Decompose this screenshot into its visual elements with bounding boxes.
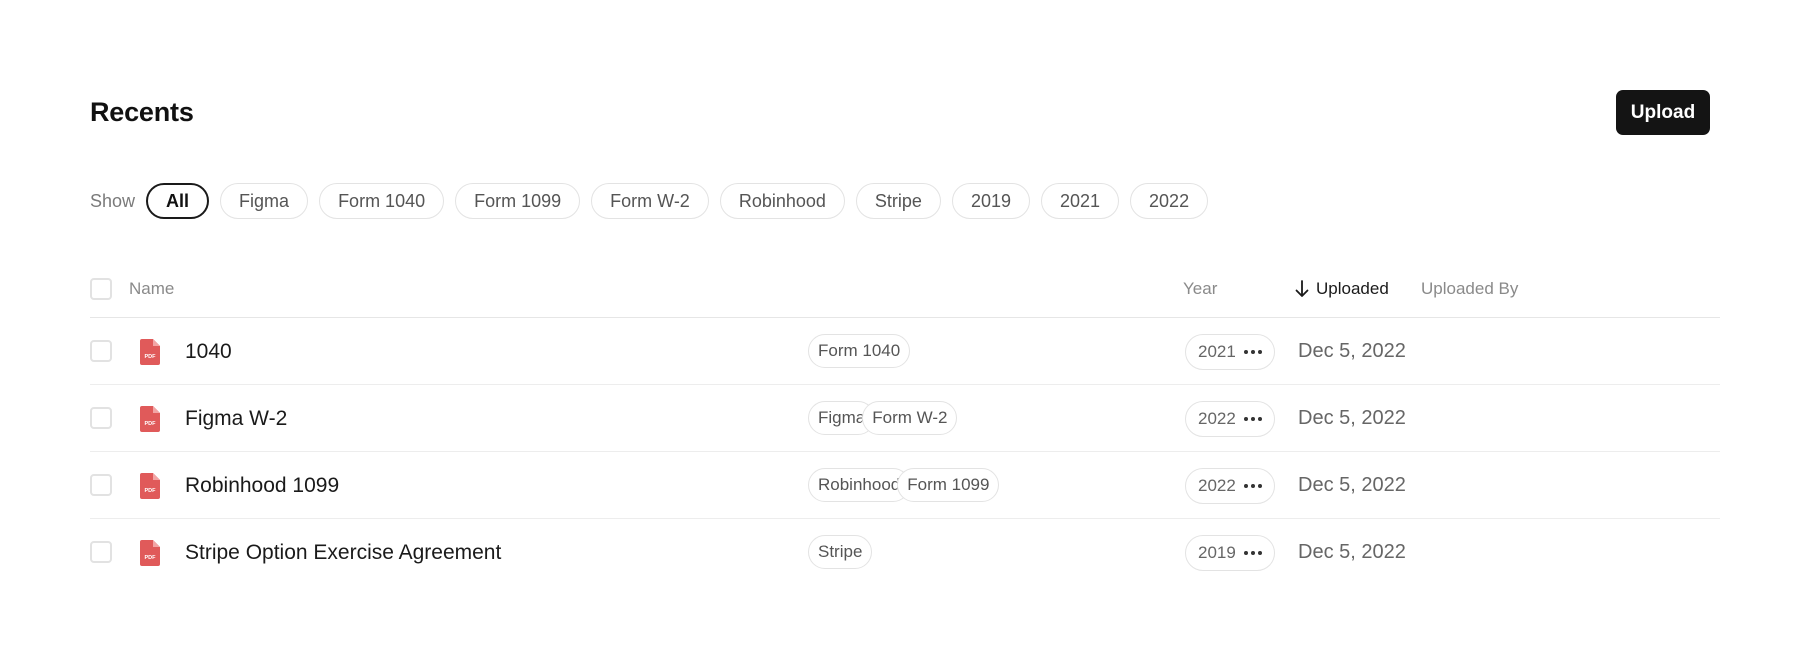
file-name[interactable]: Stripe Option Exercise Agreement (185, 519, 501, 586)
svg-text:PDF: PDF (145, 354, 157, 360)
filter-chip-2022[interactable]: 2022 (1130, 183, 1209, 219)
page-title: Recents (90, 97, 194, 127)
upload-button[interactable]: Upload (1616, 90, 1710, 135)
row-checkbox[interactable] (90, 340, 112, 362)
arrow-down-icon (1295, 280, 1309, 298)
year-menu[interactable]: 2022 (1185, 401, 1275, 437)
tag-list: Stripe (808, 535, 873, 569)
year-menu[interactable]: 2022 (1185, 468, 1275, 504)
year-value: 2022 (1198, 476, 1236, 495)
pdf-icon: PDF (140, 540, 160, 566)
year-value: 2019 (1198, 543, 1236, 562)
tag[interactable]: Form 1040 (808, 334, 911, 368)
file-name[interactable]: Figma W-2 (185, 385, 287, 452)
column-name[interactable]: Name (129, 260, 174, 318)
table-body: PDF 1040 Form 1040 2021 Dec 5, 2022 PDF … (90, 318, 1720, 586)
uploaded-date: Dec 5, 2022 (1298, 407, 1406, 429)
table-row[interactable]: PDF Figma W-2 Figma Form W-2 2022 Dec 5,… (90, 385, 1720, 452)
year-menu[interactable]: 2019 (1185, 535, 1275, 571)
more-options-icon[interactable] (1244, 484, 1262, 488)
filter-chip-all[interactable]: All (146, 183, 210, 219)
filter-chip-form-w2[interactable]: Form W-2 (591, 183, 709, 219)
filter-chip-form-1040[interactable]: Form 1040 (319, 183, 445, 219)
tag-list: Robinhood Form 1099 (808, 468, 1000, 502)
filter-chip-stripe[interactable]: Stripe (855, 183, 941, 219)
svg-text:PDF: PDF (145, 488, 157, 494)
column-uploaded-by[interactable]: Uploaded By (1421, 260, 1518, 318)
select-all-checkbox[interactable] (90, 278, 112, 300)
column-year[interactable]: Year (1183, 260, 1217, 318)
column-uploaded[interactable]: Uploaded (1295, 260, 1389, 318)
tag-list: Figma Form W-2 (808, 401, 958, 435)
filter-chip-form-1099[interactable]: Form 1099 (455, 183, 581, 219)
uploaded-date: Dec 5, 2022 (1298, 541, 1406, 563)
table-header: Name Year Uploaded Uploaded By (90, 260, 1720, 318)
row-checkbox[interactable] (90, 407, 112, 429)
documents-table: Name Year Uploaded Uploaded By PDF 1040 … (90, 260, 1720, 586)
svg-text:PDF: PDF (145, 421, 157, 427)
tag[interactable]: Form 1099 (897, 468, 1000, 502)
row-checkbox[interactable] (90, 474, 112, 496)
filter-chip-2019[interactable]: 2019 (951, 183, 1030, 219)
column-uploaded-label: Uploaded (1316, 279, 1389, 298)
file-name[interactable]: 1040 (185, 318, 232, 385)
uploaded-date: Dec 5, 2022 (1298, 474, 1406, 496)
page-header: Recents Upload (90, 89, 1710, 135)
row-checkbox[interactable] (90, 541, 112, 563)
show-label: Show (90, 190, 136, 211)
tag[interactable]: Form W-2 (862, 401, 958, 435)
year-value: 2021 (1198, 342, 1236, 361)
pdf-icon: PDF (140, 473, 160, 499)
filter-chip-robinhood[interactable]: Robinhood (719, 183, 845, 219)
year-value: 2022 (1198, 409, 1236, 428)
uploaded-date: Dec 5, 2022 (1298, 340, 1406, 362)
file-name[interactable]: Robinhood 1099 (185, 452, 339, 519)
tag[interactable]: Stripe (808, 535, 873, 569)
filter-bar: Show All Figma Form 1040 Form 1099 Form … (90, 182, 1219, 220)
table-row[interactable]: PDF Robinhood 1099 Robinhood Form 1099 2… (90, 452, 1720, 519)
more-options-icon[interactable] (1244, 350, 1262, 354)
svg-text:PDF: PDF (145, 555, 157, 561)
year-menu[interactable]: 2021 (1185, 334, 1275, 370)
pdf-icon: PDF (140, 406, 160, 432)
filter-chip-2021[interactable]: 2021 (1040, 183, 1120, 219)
tag[interactable]: Robinhood (808, 468, 911, 502)
table-row[interactable]: PDF 1040 Form 1040 2021 Dec 5, 2022 (90, 318, 1720, 385)
pdf-icon: PDF (140, 339, 160, 365)
more-options-icon[interactable] (1244, 417, 1262, 421)
tag-list: Form 1040 (808, 334, 911, 368)
filter-chip-figma[interactable]: Figma (220, 183, 309, 219)
more-options-icon[interactable] (1244, 551, 1262, 555)
table-row[interactable]: PDF Stripe Option Exercise Agreement Str… (90, 519, 1720, 586)
